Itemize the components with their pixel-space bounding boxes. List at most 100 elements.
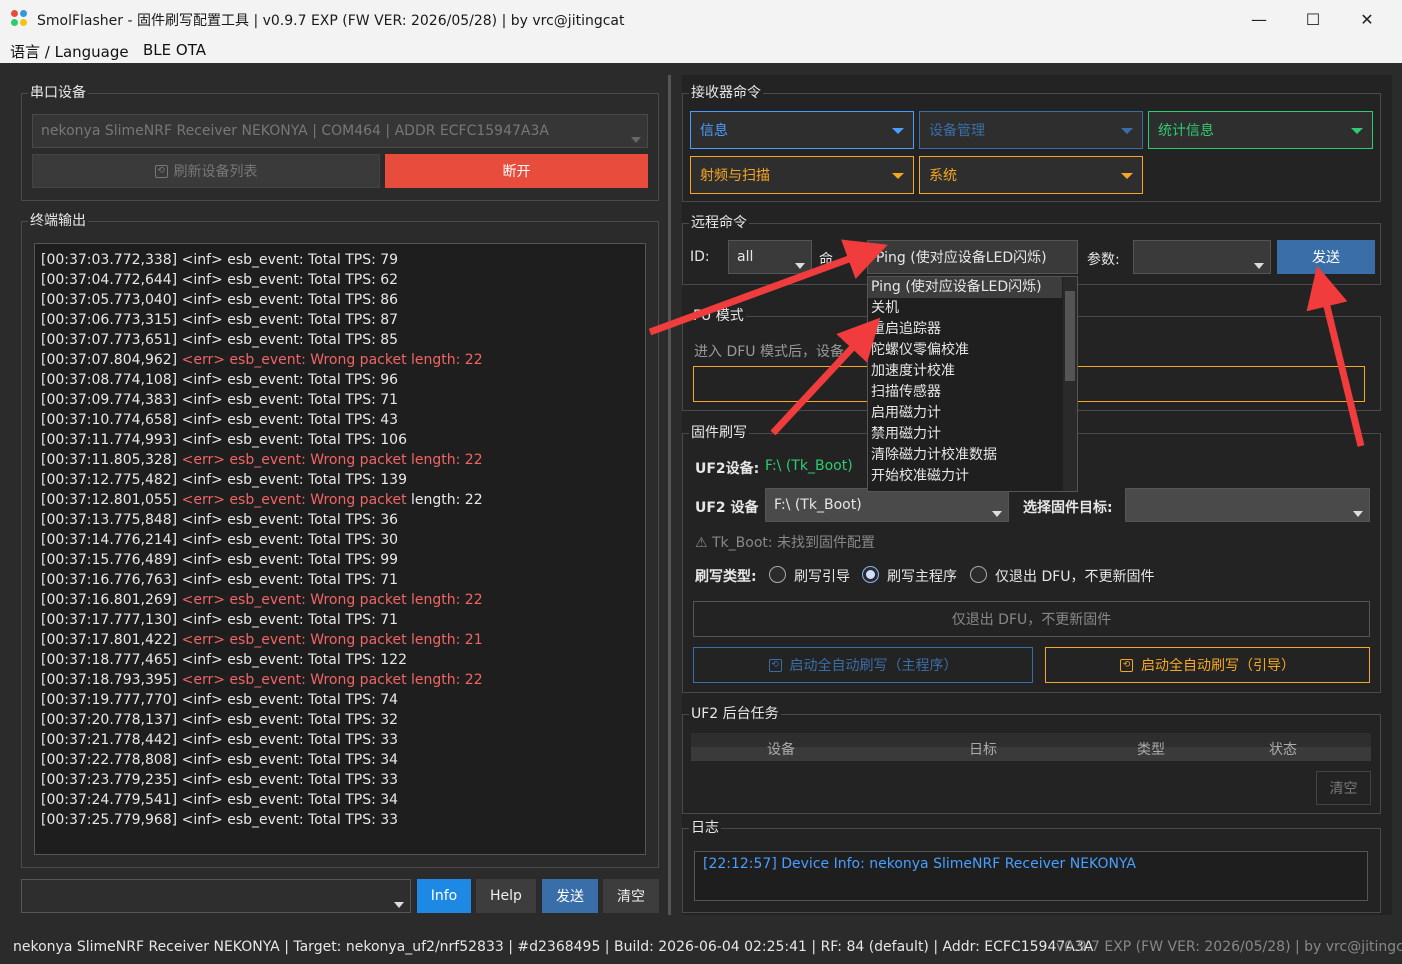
terminal-line: [00:37:14.776,214] <inf> esb_event: Tota… bbox=[41, 530, 645, 550]
flash-icon: ⟲ bbox=[1120, 658, 1133, 672]
terminal-line-level: <err> bbox=[181, 632, 225, 648]
auto-flash-main-button[interactable]: ⟲ 启动全自动刷写（主程序） bbox=[693, 647, 1033, 683]
terminal-line-level: <err> bbox=[181, 452, 225, 468]
panel-splitter[interactable] bbox=[668, 75, 671, 915]
terminal-line: [00:37:07.773,651] <inf> esb_event: Tota… bbox=[41, 330, 645, 350]
radio-bootloader[interactable] bbox=[769, 566, 786, 583]
terminal-line-message: <inf> esb_event: Total TPS: 85 bbox=[182, 332, 398, 348]
terminal-line: [00:37:11.805,328] <err> esb_event: Wron… bbox=[41, 450, 645, 470]
terminal-title: 终端输出 bbox=[28, 212, 88, 230]
terminal-line-level: <inf> bbox=[181, 512, 223, 528]
menu-language[interactable]: 语言 / Language bbox=[10, 41, 129, 62]
dropdown-option[interactable]: 陀螺仪零偏校准 bbox=[868, 340, 1062, 361]
flash-type-label: 刷写类型: bbox=[695, 569, 757, 585]
chevron-down-icon bbox=[1254, 263, 1264, 269]
terminal-line-level: <inf> bbox=[181, 272, 223, 288]
disconnect-button[interactable]: 断开 bbox=[385, 154, 648, 188]
terminal-line-text: esb_event: Total TPS: 106 bbox=[227, 432, 407, 448]
terminal-line: [00:37:12.801,055] <err> esb_event: Wron… bbox=[41, 490, 645, 510]
terminal-line-level: <inf> bbox=[181, 692, 223, 708]
terminal-line-text: esb_event: Total TPS: 43 bbox=[227, 412, 399, 428]
chevron-down-icon bbox=[795, 263, 805, 269]
info-label: Info bbox=[430, 888, 458, 904]
terminal-line-text: esb_event: Wrong packet length: 22 bbox=[229, 592, 483, 608]
refresh-devices-button[interactable]: ⟲ 刷新设备列表 bbox=[32, 154, 380, 188]
param-select[interactable] bbox=[1133, 240, 1271, 274]
stats-select[interactable]: 统计信息 bbox=[1148, 111, 1373, 149]
firmware-title: 固件刷写 bbox=[689, 424, 749, 442]
terminal-line: [00:37:13.775,848] <inf> esb_event: Tota… bbox=[41, 510, 645, 530]
system-select[interactable]: 系统 bbox=[919, 156, 1143, 194]
chevron-down-icon bbox=[892, 128, 904, 134]
chevron-down-icon bbox=[1353, 511, 1363, 517]
dropdown-option[interactable]: 扫描传感器 bbox=[868, 382, 1062, 403]
terminal-line-timestamp: [00:37:09.774,383] bbox=[41, 392, 178, 408]
remote-command-dropdown[interactable]: Ping (使对应设备LED闪烁) 关机 重启追踪器 陀螺仪零偏校准 加速度计校准 扫描传… bbox=[867, 276, 1078, 492]
column-target: 日标 bbox=[969, 742, 997, 758]
rf-scan-select[interactable]: 射频与扫描 bbox=[690, 156, 914, 194]
serial-device-select[interactable]: nekonya SlimeNRF Receiver NEKONYA | COM4… bbox=[32, 114, 648, 148]
terminal-line: [00:37:21.778,442] <inf> esb_event: Tota… bbox=[41, 730, 645, 750]
uf2-device-select[interactable]: F:\ (Tk_Boot) bbox=[765, 488, 1009, 522]
id-value: all bbox=[737, 249, 754, 265]
terminal-line-level: <err> bbox=[181, 492, 225, 508]
terminal-line-text: esb_event: Total TPS: 32 bbox=[227, 712, 399, 728]
terminal-clear-button[interactable]: 清空 bbox=[603, 879, 659, 913]
dropdown-option[interactable]: 加速度计校准 bbox=[868, 361, 1062, 382]
uf2-tasks-clear-button[interactable]: 清空 bbox=[1316, 771, 1371, 805]
close-button[interactable]: ✕ bbox=[1340, 0, 1394, 38]
terminal-line-timestamp: [00:37:06.773,315] bbox=[41, 312, 178, 328]
log-output[interactable]: [22:12:57] Device Info: nekonya SlimeNRF… bbox=[694, 851, 1368, 901]
close-icon: ✕ bbox=[1360, 9, 1374, 29]
terminal-command-input[interactable] bbox=[21, 879, 411, 913]
terminal-line-text: esb_event: Total TPS: 99 bbox=[227, 552, 399, 568]
exit-dfu-button[interactable]: 仅退出 DFU，不更新固件 bbox=[693, 601, 1370, 637]
dropdown-scrollbar[interactable] bbox=[1063, 277, 1077, 491]
terminal-line-text: esb_event: Total TPS: 71 bbox=[227, 612, 399, 628]
firmware-target-select[interactable] bbox=[1125, 488, 1370, 522]
dropdown-option[interactable]: Ping (使对应设备LED闪烁) bbox=[868, 277, 1062, 298]
terminal-line: [00:37:10.774,658] <inf> esb_event: Tota… bbox=[41, 410, 645, 430]
terminal-output[interactable]: [00:37:03.772,338] <inf> esb_event: Tota… bbox=[34, 243, 646, 855]
dropdown-option[interactable]: 启用磁力计 bbox=[868, 403, 1062, 424]
terminal-line-timestamp: [00:37:19.777,770] bbox=[41, 692, 178, 708]
dropdown-option[interactable]: 禁用磁力计 bbox=[868, 424, 1062, 445]
dropdown-option[interactable]: 开始校准磁力计 bbox=[868, 466, 1062, 487]
uf2-tasks-table[interactable]: 设备 日标 类型 状态 bbox=[691, 733, 1371, 761]
help-button[interactable]: Help bbox=[476, 879, 536, 913]
menu-ble-ota[interactable]: BLE OTA bbox=[143, 41, 206, 59]
device-mgmt-select[interactable]: 设备管理 bbox=[919, 111, 1143, 149]
terminal-line-text: esb_event: Wrong packet bbox=[229, 492, 407, 508]
terminal-line-message: <inf> esb_event: Total TPS: 71 bbox=[182, 572, 398, 588]
terminal-line-timestamp: [00:37:16.801,269] bbox=[41, 592, 178, 608]
terminal-line-message: <inf> esb_event: Total TPS: 71 bbox=[182, 392, 398, 408]
terminal-line-text: esb_event: Wrong packet length: 21 bbox=[229, 632, 483, 648]
maximize-button[interactable]: ☐ bbox=[1286, 0, 1340, 38]
auto-flash-bootloader-button[interactable]: ⟲ 启动全自动刷写（引导） bbox=[1045, 647, 1370, 683]
terminal-line: [00:37:18.793,395] <err> esb_event: Wron… bbox=[41, 670, 645, 690]
uf2-device-value: F:\ (Tk_Boot) bbox=[774, 497, 862, 513]
dropdown-option[interactable]: 重启追踪器 bbox=[868, 319, 1062, 340]
terminal-line-message: <inf> esb_event: Total TPS: 33 bbox=[182, 772, 398, 788]
terminal-line-text: esb_event: Total TPS: 34 bbox=[227, 792, 399, 808]
radio-main-program[interactable] bbox=[862, 566, 879, 583]
radio-exit-dfu[interactable] bbox=[970, 566, 987, 583]
terminal-line-text: esb_event: Wrong packet length: 22 bbox=[229, 452, 483, 468]
info-button[interactable]: Info bbox=[417, 879, 471, 913]
info-command-label: 信息 bbox=[700, 123, 728, 139]
dropdown-option[interactable]: 关机 bbox=[868, 298, 1062, 319]
terminal-send-button[interactable]: 发送 bbox=[542, 879, 598, 913]
dropdown-option[interactable]: 清除磁力计校准数据 bbox=[868, 445, 1062, 466]
minimize-button[interactable]: — bbox=[1232, 0, 1286, 38]
info-command-select[interactable]: 信息 bbox=[690, 111, 914, 149]
minimize-icon: — bbox=[1251, 9, 1267, 29]
terminal-line-timestamp: [00:37:07.773,651] bbox=[41, 332, 178, 348]
remote-command-select[interactable]: Ping (使对应设备LED闪烁) bbox=[867, 240, 1078, 274]
remote-send-button[interactable]: 发送 bbox=[1277, 240, 1375, 274]
dropdown-scroll-thumb[interactable] bbox=[1065, 291, 1075, 381]
terminal-line-timestamp: [00:37:16.776,763] bbox=[41, 572, 178, 588]
chevron-down-icon bbox=[1351, 128, 1363, 134]
terminal-line-timestamp: [00:37:12.801,055] bbox=[41, 492, 178, 508]
id-select[interactable]: all bbox=[728, 240, 812, 274]
chevron-down-icon bbox=[394, 902, 404, 908]
